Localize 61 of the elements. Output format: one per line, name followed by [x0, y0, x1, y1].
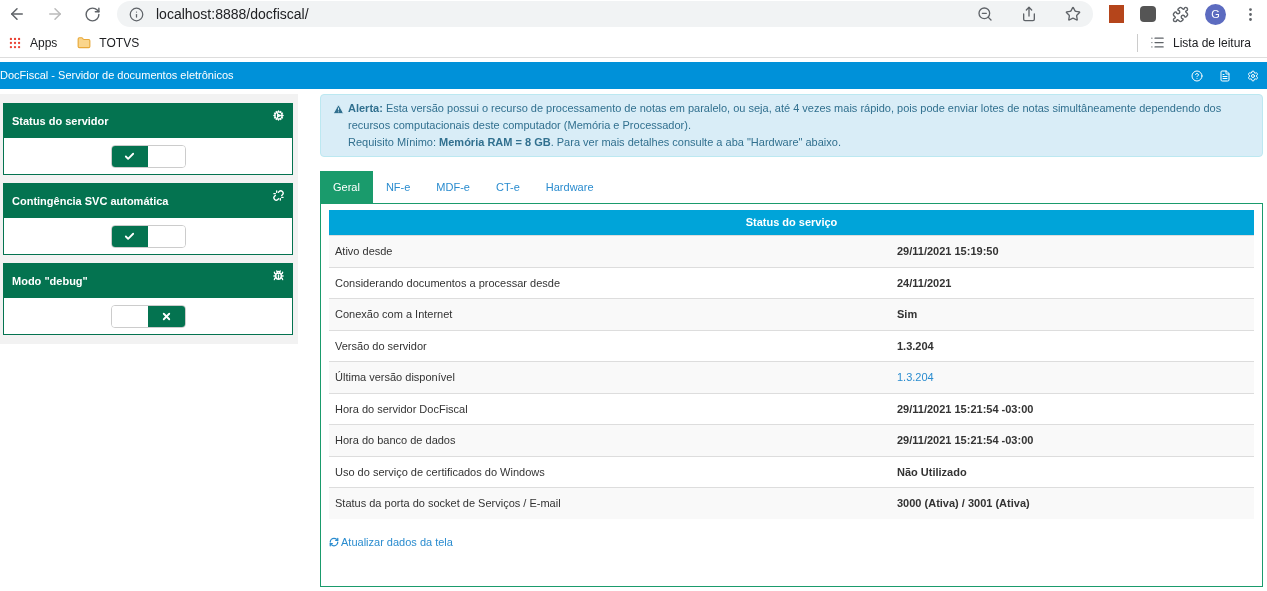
table-cell-text: Ativo desde	[334, 244, 394, 259]
table-cell-text: Versão do servidor	[334, 338, 428, 354]
panel-title: Modo "debug"	[12, 273, 88, 289]
document-icon[interactable]	[1219, 69, 1231, 82]
check-icon	[124, 230, 136, 242]
table-cell-text: Última versão disponível	[334, 370, 456, 385]
gear-icon	[273, 110, 284, 121]
table-cell-text: Conexão com a Internet	[334, 307, 454, 322]
check-icon	[124, 150, 136, 162]
reload-icon[interactable]	[84, 5, 101, 23]
refresh-link[interactable]: Atualizar dados da tela	[329, 533, 453, 550]
table-header: Status do serviço	[329, 210, 1254, 235]
bug-icon	[273, 270, 284, 281]
star-icon[interactable]	[1065, 6, 1081, 22]
table-cell-text: Não Utilizado	[897, 464, 967, 480]
table-cell-text: 1.3.204	[897, 338, 934, 354]
warning-icon	[333, 104, 344, 115]
tab[interactable]: CT-e	[482, 171, 533, 203]
table-cell-text: Hora do banco de dados	[334, 433, 457, 448]
table-cell-text: 29/11/2021 15:21:54 -03:00	[897, 433, 1034, 448]
address-bar[interactable]: localhost:8888/docfiscal/	[117, 1, 1093, 27]
bookmark[interactable]: TOTVS	[77, 33, 140, 52]
tab[interactable]: Geral	[320, 171, 373, 203]
zoom-out-icon[interactable]	[977, 6, 993, 22]
table-cell-text: Considerando documentos a processar desde	[334, 275, 562, 291]
extensions-icon[interactable]	[1172, 5, 1189, 23]
extension-icon[interactable]	[1140, 6, 1156, 22]
tab[interactable]: MDF-e	[423, 171, 483, 203]
unlink-icon	[273, 190, 284, 201]
app-title: DocFiscal - Servidor de documentos eletrônicos	[0, 68, 235, 84]
panel-title: Contingência SVC automática	[12, 193, 169, 209]
close-icon	[160, 310, 172, 322]
alert-text: Requisito Mínimo: Memória RAM = 8 GB. Para ver mais detalhes consulte a aba "Hardware" abaixo.	[348, 135, 842, 150]
alert-text: Alerta: Esta versão possui o recurso de processamento de notas em paralelo, ou seja, até 4 vezes mais rápido, pois pode enviar lotes de notas simultâneamente dependendo dos recursos computacionais deste computador (Memória e Processador).	[348, 101, 1223, 133]
back-icon[interactable]	[8, 5, 26, 23]
table-cell-text: 29/11/2021 15:21:54 -03:00	[897, 401, 1034, 417]
list-icon	[1149, 35, 1165, 50]
share-icon[interactable]	[1021, 6, 1037, 22]
table-cell-text: 3000 (Ativa) / 3001 (Ativa)	[897, 496, 1030, 511]
reading-list-button[interactable]: Lista de leitura	[1149, 33, 1251, 52]
table-cell-text: Sim	[897, 307, 918, 322]
apps-grid-icon	[8, 35, 22, 50]
table-cell-text: 29/11/2021 15:19:50	[897, 244, 999, 259]
table-cell-text: 24/11/2021	[897, 275, 952, 291]
refresh-icon	[329, 536, 339, 547]
profile-avatar[interactable]: G	[1205, 3, 1226, 25]
toggle-switch[interactable]	[110, 224, 186, 248]
settings-icon[interactable]	[1247, 69, 1259, 82]
table-cell-text: Status da porta do socket de Serviços / E-mail	[334, 496, 562, 511]
toggle-switch[interactable]	[110, 144, 186, 168]
version-link[interactable]: 1.3.204	[897, 369, 934, 386]
table-cell-text: Uso do serviço de certificados do Windows	[334, 464, 546, 480]
tab[interactable]: NF-e	[372, 171, 424, 203]
tab[interactable]: Hardware	[532, 171, 607, 203]
help-icon[interactable]	[1191, 69, 1203, 82]
folder-icon	[77, 35, 92, 50]
panel-title: Status do servidor	[12, 113, 109, 129]
toggle-switch[interactable]	[110, 304, 186, 328]
info-icon[interactable]	[129, 6, 144, 22]
bookmark[interactable]: Apps	[8, 33, 58, 52]
table-cell-text: Hora do servidor DocFiscal	[334, 401, 469, 417]
